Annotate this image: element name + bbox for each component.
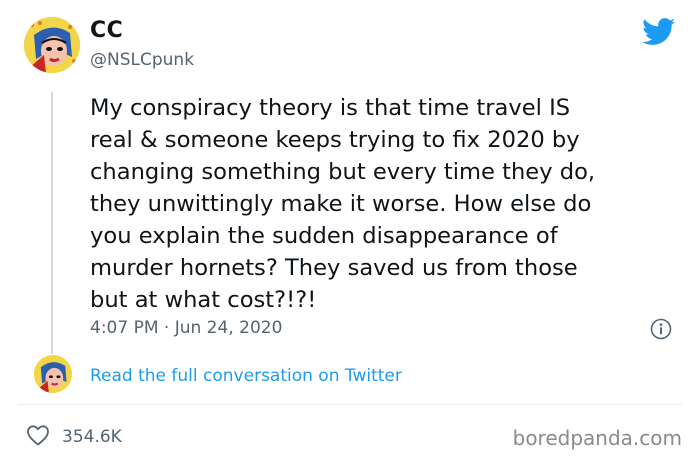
tweet-date: Jun 24, 2020 <box>174 318 283 338</box>
display-name[interactable]: CC <box>90 18 123 43</box>
read-conversation-link[interactable]: Read the full conversation on Twitter <box>90 366 402 386</box>
avatar[interactable] <box>24 17 80 73</box>
twitter-bird-icon[interactable] <box>642 18 676 50</box>
divider <box>18 404 682 405</box>
user-handle[interactable]: @NSLCpunk <box>90 50 194 70</box>
watermark: boredpanda.com <box>512 426 682 450</box>
timestamp-separator: · <box>163 318 170 338</box>
thread-line <box>51 92 53 354</box>
tweet-time: 4:07 PM <box>90 318 159 338</box>
like-count: 354.6K <box>62 427 122 447</box>
heart-icon <box>26 424 50 450</box>
pop-art-avatar-image <box>34 355 72 393</box>
tweet-timestamp[interactable]: 4:07 PM · Jun 24, 2020 <box>90 318 282 338</box>
small-avatar[interactable] <box>34 355 72 393</box>
pop-art-avatar-image <box>24 17 80 73</box>
tweet-text: My conspiracy theory is that time travel… <box>90 95 596 313</box>
info-icon[interactable] <box>650 318 672 344</box>
like-button[interactable]: 354.6K <box>26 424 122 450</box>
